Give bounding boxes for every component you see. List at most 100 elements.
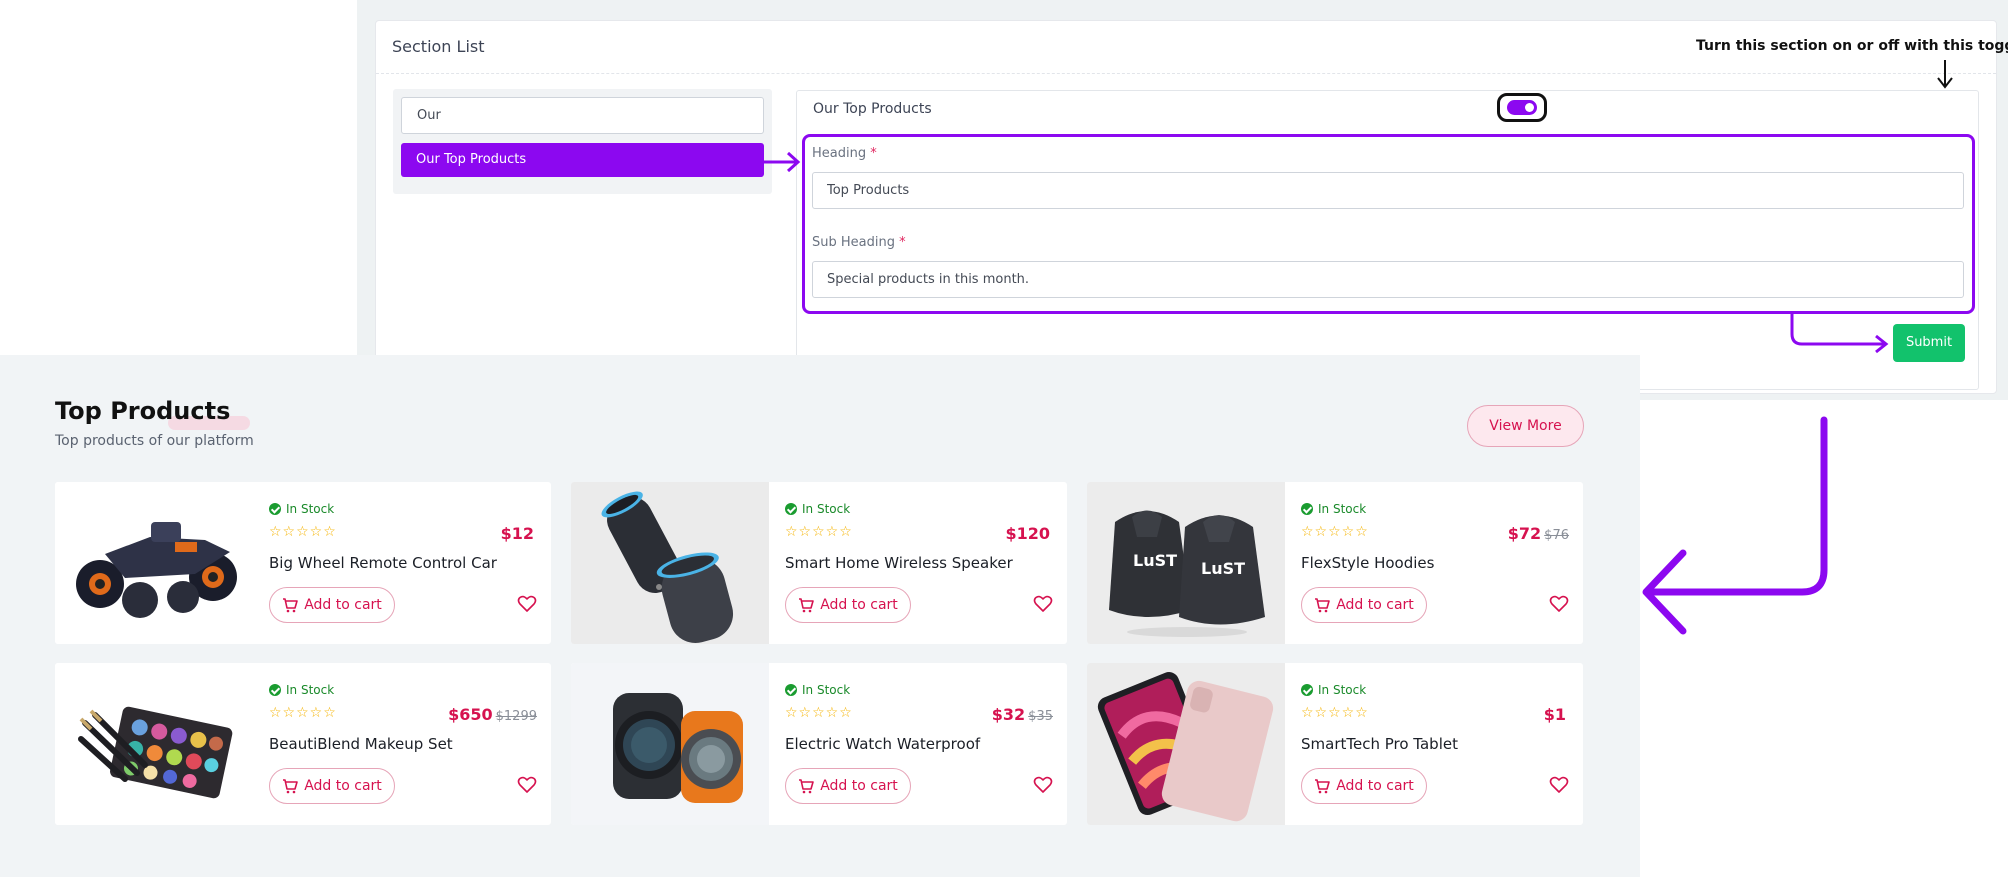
section-toggle[interactable]: [1507, 100, 1537, 115]
price-current: $12: [500, 524, 534, 543]
section-list: Our Top Products: [393, 89, 772, 194]
add-to-cart-button[interactable]: Add to cart: [785, 768, 911, 804]
toggle-highlight: [1497, 93, 1547, 122]
rating-stars: ☆☆☆☆☆: [785, 705, 853, 721]
section-search-input[interactable]: [401, 97, 764, 134]
add-to-cart-label: Add to cart: [820, 597, 898, 613]
product-price: $1: [1544, 705, 1569, 724]
heading-input[interactable]: [812, 172, 1964, 209]
product-image[interactable]: [571, 663, 769, 825]
price-current: $1: [1543, 705, 1566, 724]
product-image[interactable]: [55, 482, 253, 644]
product-info: In Stock ☆☆☆☆☆ $1 SmartTech Pro Tablet Add t…: [1301, 663, 1569, 825]
product-info: In Stock ☆☆☆☆☆ $650 $1299 BeautiBlend Makeup…: [269, 663, 537, 825]
stock-status: In Stock: [785, 683, 850, 697]
product-name[interactable]: BeautiBlend Makeup Set: [269, 735, 453, 753]
required-mark: *: [870, 146, 877, 161]
heart-icon[interactable]: [517, 594, 537, 614]
add-to-cart-label: Add to cart: [820, 778, 898, 794]
stock-status: In Stock: [269, 683, 334, 697]
stock-label: In Stock: [1318, 683, 1367, 697]
product-name[interactable]: Electric Watch Waterproof: [785, 735, 980, 753]
product-info: In Stock ☆☆☆☆☆ $72 $76 FlexStyle Hoodies Add …: [1301, 482, 1569, 644]
subheading-input[interactable]: [812, 261, 1964, 298]
product-card[interactable]: In Stock ☆☆☆☆☆ $32 $35 Electric Watch Waterp…: [571, 663, 1067, 825]
heading-label: Heading *: [812, 146, 877, 161]
stock-status: In Stock: [1301, 502, 1366, 516]
stock-label: In Stock: [1318, 502, 1367, 516]
cart-icon: [799, 779, 815, 794]
add-to-cart-button[interactable]: Add to cart: [1301, 587, 1427, 623]
product-price: $72 $76: [1508, 524, 1569, 543]
add-to-cart-label: Add to cart: [1336, 778, 1414, 794]
heart-icon[interactable]: [517, 775, 537, 795]
stock-label: In Stock: [802, 683, 851, 697]
store-subtitle: Top products of our platform: [55, 433, 254, 449]
add-to-cart-button[interactable]: Add to cart: [269, 768, 395, 804]
add-to-cart-button[interactable]: Add to cart: [1301, 768, 1427, 804]
product-info: In Stock ☆☆☆☆☆ $120 Smart Home Wireless Spe…: [785, 482, 1053, 644]
price-old: $76: [1544, 528, 1569, 543]
section-item-our-top-products[interactable]: Our Top Products: [401, 143, 764, 177]
add-to-cart-button[interactable]: Add to cart: [269, 587, 395, 623]
rating-stars: ☆☆☆☆☆: [269, 524, 337, 540]
heart-icon[interactable]: [1549, 775, 1569, 795]
product-name[interactable]: SmartTech Pro Tablet: [1301, 735, 1458, 753]
heart-icon[interactable]: [1033, 594, 1053, 614]
toggle-knob: [1525, 103, 1534, 112]
cart-icon: [799, 598, 815, 613]
product-price: $32 $35: [992, 705, 1053, 724]
add-to-cart-button[interactable]: Add to cart: [785, 587, 911, 623]
product-name[interactable]: Big Wheel Remote Control Car: [269, 554, 497, 572]
stock-label: In Stock: [802, 502, 851, 516]
cart-icon: [1315, 779, 1331, 794]
product-name[interactable]: Smart Home Wireless Speaker: [785, 554, 1013, 572]
check-circle-icon: [785, 503, 797, 515]
stock-status: In Stock: [269, 502, 334, 516]
price-old: $1299: [495, 709, 537, 724]
big-left-arrow-icon: [1642, 416, 1828, 635]
product-image[interactable]: [571, 482, 769, 644]
stock-status: In Stock: [785, 502, 850, 516]
product-info: In Stock ☆☆☆☆☆ $12 Big Wheel Remote Control…: [269, 482, 537, 644]
subheading-label: Sub Heading *: [812, 235, 906, 250]
rating-stars: ☆☆☆☆☆: [269, 705, 337, 721]
cart-icon: [1315, 598, 1331, 613]
svg-text:LuST: LuST: [1133, 551, 1177, 570]
product-card[interactable]: LuST LuST In Stock ☆☆☆☆☆ $72 $76 FlexStyle Hoo…: [1087, 482, 1583, 644]
product-name[interactable]: FlexStyle Hoodies: [1301, 554, 1434, 572]
product-card[interactable]: In Stock ☆☆☆☆☆ $1 SmartTech Pro Tablet Add t…: [1087, 663, 1583, 825]
product-image[interactable]: [1087, 663, 1285, 825]
price-current: $72: [1507, 524, 1542, 543]
stock-status: In Stock: [1301, 683, 1366, 697]
price-current: $120: [1005, 524, 1050, 543]
subheading-label-text: Sub Heading: [812, 235, 895, 250]
price-current: $650: [448, 705, 493, 724]
add-to-cart-label: Add to cart: [304, 778, 382, 794]
product-card[interactable]: In Stock ☆☆☆☆☆ $12 Big Wheel Remote Control…: [55, 482, 551, 644]
product-price: $120: [1005, 524, 1053, 543]
heart-icon[interactable]: [1033, 775, 1053, 795]
product-price: $12: [501, 524, 537, 543]
check-circle-icon: [785, 684, 797, 696]
price-current: $32: [991, 705, 1026, 724]
product-image[interactable]: [55, 663, 253, 825]
submit-button[interactable]: Submit: [1893, 324, 1965, 362]
product-card[interactable]: In Stock ☆☆☆☆☆ $120 Smart Home Wireless Spe…: [571, 482, 1067, 644]
check-circle-icon: [1301, 684, 1313, 696]
heart-icon[interactable]: [1549, 594, 1569, 614]
storefront-section: Top Products Top products of our platfor…: [0, 355, 1640, 877]
toggle-annotation: Turn this section on or off with this to…: [1696, 38, 2008, 54]
stock-label: In Stock: [286, 683, 335, 697]
cart-icon: [283, 779, 299, 794]
stock-label: In Stock: [286, 502, 335, 516]
product-card[interactable]: In Stock ☆☆☆☆☆ $650 $1299 BeautiBlend Makeup…: [55, 663, 551, 825]
product-price: $650 $1299: [448, 705, 537, 724]
store-title: Top Products: [55, 397, 231, 425]
view-more-button[interactable]: View More: [1467, 405, 1584, 447]
price-old: $35: [1028, 709, 1053, 724]
svg-text:LuST: LuST: [1201, 559, 1245, 578]
heading-label-text: Heading: [812, 146, 867, 161]
section-list-title: Section List: [392, 37, 485, 56]
product-image[interactable]: LuST LuST: [1087, 482, 1285, 644]
